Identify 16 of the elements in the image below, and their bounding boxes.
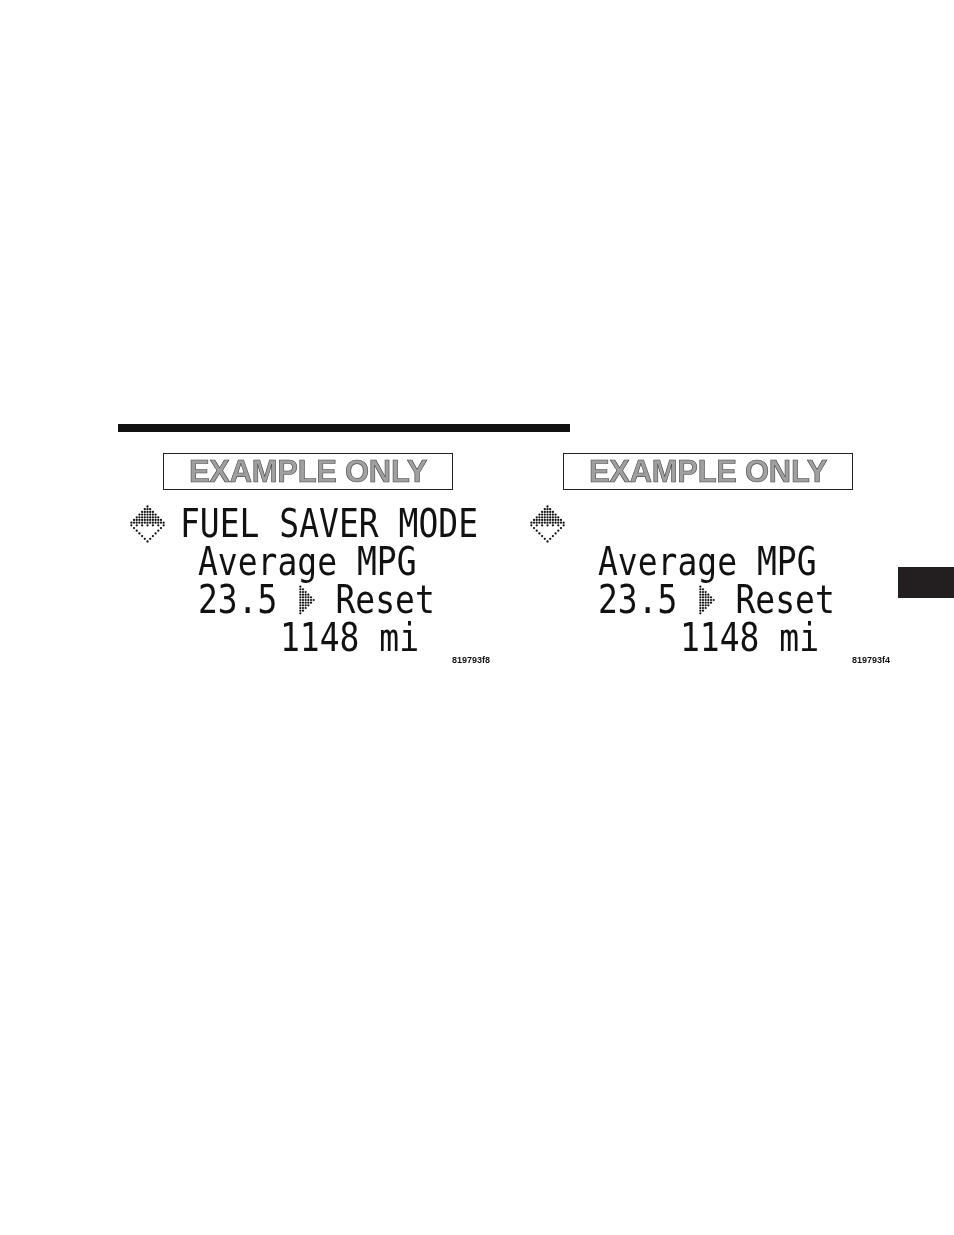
up-down-arrow-icon bbox=[530, 504, 565, 544]
thumb-index-block bbox=[898, 567, 954, 598]
reset-option: Reset bbox=[335, 582, 435, 618]
figure-code: 819793f8 bbox=[451, 655, 490, 666]
mpg-value: 23.5 bbox=[598, 582, 678, 618]
example-only-stamp: EXAMPLE ONLY bbox=[163, 453, 453, 490]
example-only-stamp: EXAMPLE ONLY bbox=[563, 453, 853, 490]
right-arrow-icon bbox=[299, 585, 316, 615]
mode-title: FUEL SAVER MODE bbox=[180, 506, 478, 542]
reset-option: Reset bbox=[735, 582, 835, 618]
mpg-value: 23.5 bbox=[198, 582, 278, 618]
figure-code: 819793f4 bbox=[851, 655, 890, 666]
distance-value: 1148 mi bbox=[280, 620, 420, 656]
right-arrow-icon bbox=[699, 585, 716, 615]
distance-value: 1148 mi bbox=[680, 620, 820, 656]
up-down-arrow-icon bbox=[130, 504, 165, 544]
